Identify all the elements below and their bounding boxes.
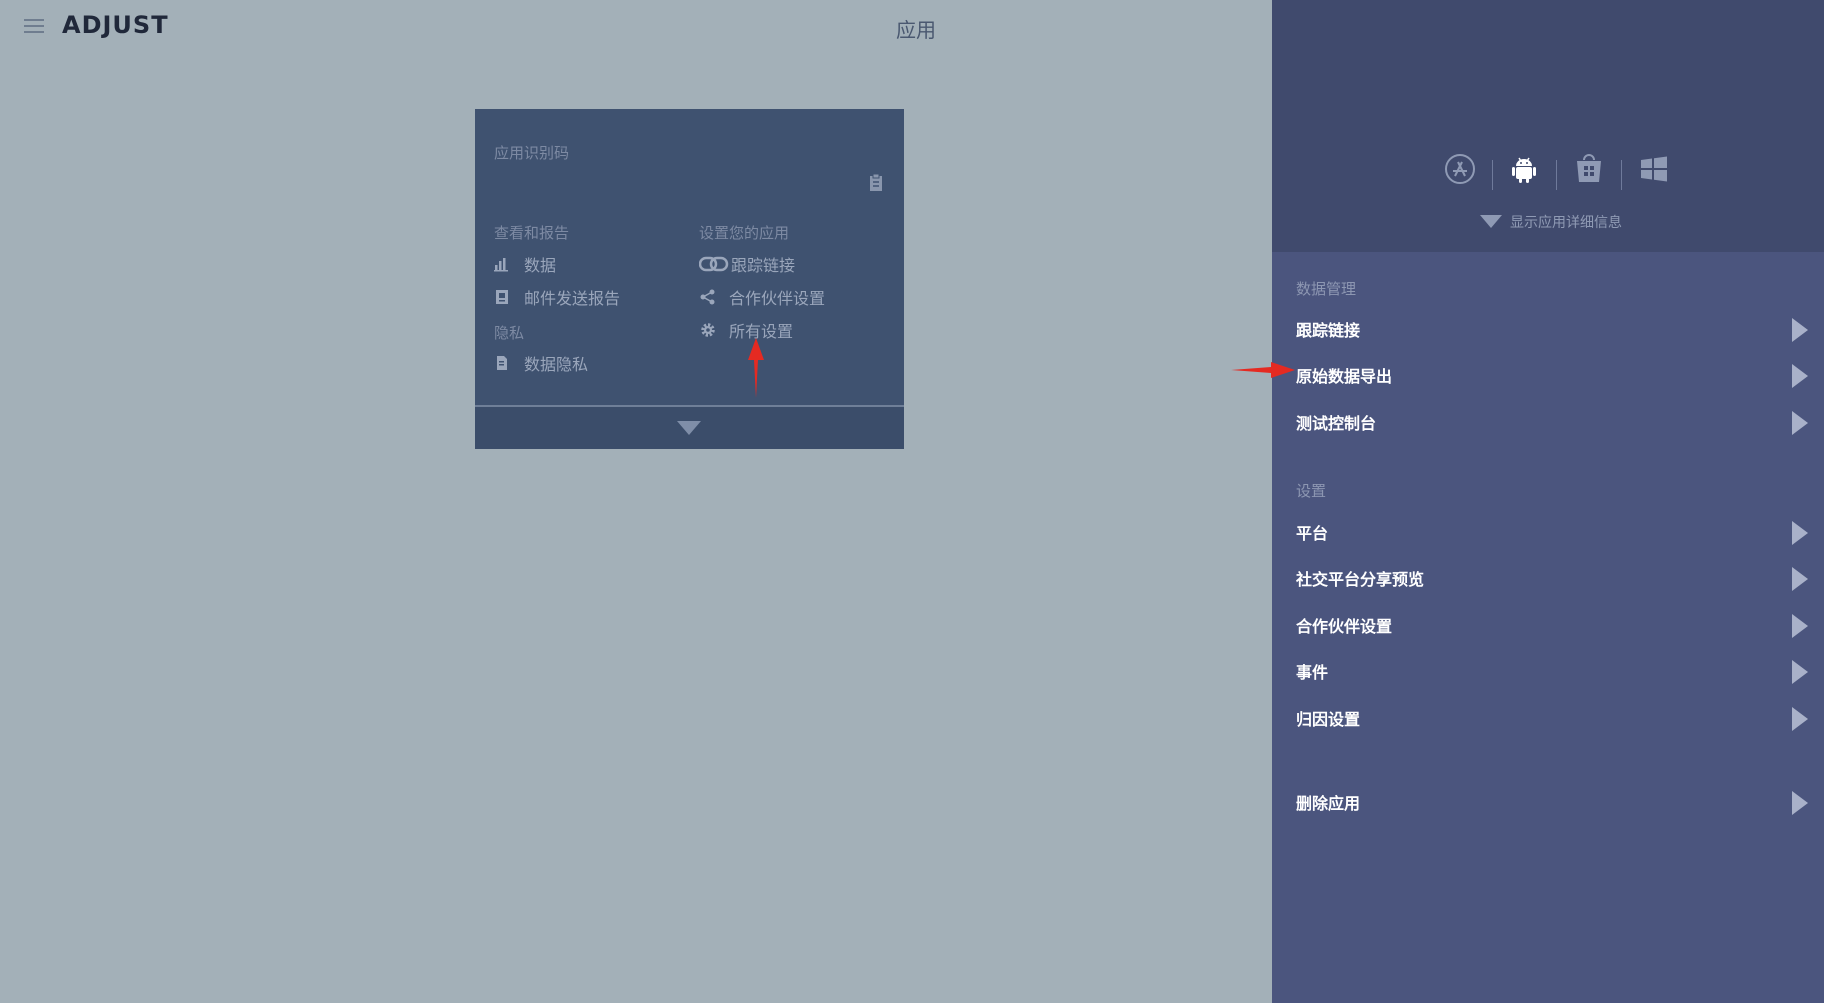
view-report-heading: 查看和报告 bbox=[494, 224, 570, 242]
chevron-right-icon bbox=[1792, 318, 1808, 342]
app-detail-panel: 显示应用详细信息 数据管理 跟踪链接 原始数据导出 测试控制台 设置 平台 社交… bbox=[1272, 0, 1824, 1003]
menu-item-label: 删除应用 bbox=[1296, 794, 1361, 813]
link-icon bbox=[699, 255, 729, 273]
windows-store-icon[interactable] bbox=[1572, 152, 1606, 186]
app-card: 应用识别码 查看和报告 数据 邮件发送报告 隐私 数据隐私 设置您的应用 跟踪链… bbox=[475, 109, 904, 449]
chevron-right-icon bbox=[1792, 521, 1808, 545]
data-privacy-label: 数据隐私 bbox=[524, 355, 589, 374]
setup-app-heading: 设置您的应用 bbox=[699, 224, 790, 242]
privacy-heading: 隐私 bbox=[494, 324, 525, 342]
partner-settings-label: 合作伙伴设置 bbox=[729, 289, 826, 308]
clipboard-icon[interactable] bbox=[867, 173, 885, 193]
gear-icon bbox=[699, 321, 729, 339]
menu-item-test-console[interactable]: 测试控制台 bbox=[1296, 406, 1808, 436]
menu-item-label: 跟踪链接 bbox=[1296, 321, 1361, 340]
app-id-label: 应用识别码 bbox=[494, 144, 570, 162]
menu-item-tracking-link[interactable]: 跟踪链接 bbox=[1296, 313, 1808, 343]
menu-item-label: 测试控制台 bbox=[1296, 414, 1377, 433]
settings-title: 设置 bbox=[1296, 482, 1327, 500]
menu-item-attribution-settings[interactable]: 归因设置 bbox=[1296, 702, 1808, 732]
adjust-logo[interactable]: ADJUST bbox=[62, 11, 169, 39]
chevron-right-icon bbox=[1792, 567, 1808, 591]
bar-chart-icon bbox=[494, 255, 524, 273]
platform-switcher bbox=[1272, 150, 1824, 190]
chevron-right-icon bbox=[1792, 660, 1808, 684]
partner-settings-link[interactable]: 合作伙伴设置 bbox=[699, 286, 825, 308]
chevron-right-icon bbox=[1792, 707, 1808, 731]
chevron-right-icon bbox=[1792, 614, 1808, 638]
menu-item-delete-app[interactable]: 删除应用 bbox=[1296, 786, 1808, 816]
menu-item-label: 事件 bbox=[1296, 663, 1329, 682]
email-report-link[interactable]: 邮件发送报告 bbox=[494, 286, 620, 308]
menu-item-label: 原始数据导出 bbox=[1296, 367, 1393, 386]
card-expand-button[interactable] bbox=[475, 407, 904, 449]
show-details-label: 显示应用详细信息 bbox=[1510, 215, 1622, 231]
chevron-right-icon bbox=[1792, 364, 1808, 388]
tracking-link-label: 跟踪链接 bbox=[731, 256, 796, 275]
menu-item-partner-settings[interactable]: 合作伙伴设置 bbox=[1296, 609, 1808, 639]
menu-item-label: 平台 bbox=[1296, 524, 1329, 543]
show-app-details-toggle[interactable]: 显示应用详细信息 bbox=[1480, 212, 1622, 232]
android-icon[interactable] bbox=[1507, 152, 1541, 186]
menu-item-label: 合作伙伴设置 bbox=[1296, 617, 1393, 636]
panel-header: 显示应用详细信息 bbox=[1272, 0, 1824, 252]
annotation-arrow-up bbox=[748, 338, 764, 398]
platform-separator bbox=[1492, 160, 1493, 190]
chevron-right-icon bbox=[1792, 411, 1808, 435]
platform-separator bbox=[1556, 160, 1557, 190]
chevron-down-icon bbox=[677, 421, 701, 435]
data-privacy-link[interactable]: 数据隐私 bbox=[494, 352, 588, 374]
platform-separator bbox=[1621, 160, 1622, 190]
report-icon bbox=[494, 288, 524, 306]
chevron-right-icon bbox=[1792, 791, 1808, 815]
share-icon bbox=[699, 288, 729, 306]
menu-item-label: 社交平台分享预览 bbox=[1296, 570, 1425, 589]
hamburger-menu-icon[interactable] bbox=[24, 18, 44, 34]
menu-item-events[interactable]: 事件 bbox=[1296, 655, 1808, 685]
annotation-arrow-right bbox=[1231, 362, 1295, 378]
menu-item-social-share-preview[interactable]: 社交平台分享预览 bbox=[1296, 562, 1808, 592]
app-store-icon[interactable] bbox=[1443, 152, 1477, 186]
page-title: 应用 bbox=[896, 18, 936, 42]
data-link-label: 数据 bbox=[524, 256, 557, 275]
menu-item-raw-data-export[interactable]: 原始数据导出 bbox=[1296, 359, 1808, 389]
privacy-doc-icon bbox=[494, 354, 524, 372]
data-management-title: 数据管理 bbox=[1296, 280, 1357, 298]
tracking-link[interactable]: 跟踪链接 bbox=[699, 253, 795, 275]
menu-item-platform[interactable]: 平台 bbox=[1296, 516, 1808, 546]
data-link[interactable]: 数据 bbox=[494, 253, 556, 275]
menu-item-label: 归因设置 bbox=[1296, 710, 1361, 729]
triangle-down-icon bbox=[1480, 215, 1502, 228]
email-report-label: 邮件发送报告 bbox=[524, 289, 621, 308]
windows-icon[interactable] bbox=[1637, 152, 1671, 186]
